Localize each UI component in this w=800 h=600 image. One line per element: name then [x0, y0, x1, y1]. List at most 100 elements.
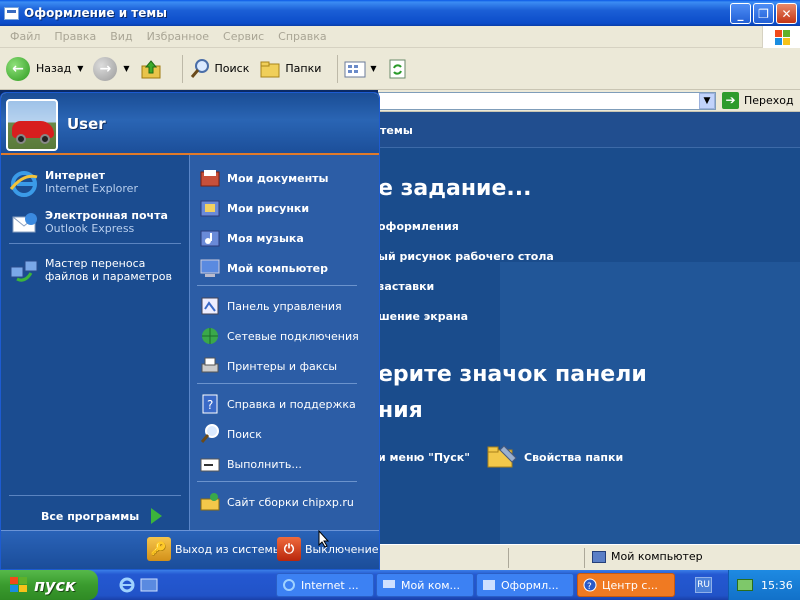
place-my-pictures[interactable]: Мои рисунки	[199, 197, 309, 219]
taskbar-start-menu-link[interactable]: и меню "Пуск"	[378, 451, 470, 464]
start-label: пуск	[34, 575, 76, 595]
right-separator	[197, 383, 357, 384]
close-button[interactable]: ✕	[776, 3, 797, 24]
task-my-computer[interactable]: Мой ком...	[376, 573, 474, 597]
windows-flag-icon	[10, 577, 28, 593]
all-programs-button[interactable]: Все программы	[41, 508, 163, 524]
my-documents-icon	[200, 170, 220, 187]
folders-button[interactable]: Папки	[259, 58, 321, 80]
my-computer-icon	[200, 259, 220, 277]
menu-view[interactable]: Вид	[110, 30, 132, 43]
start-menu-header: User	[1, 93, 379, 155]
search-icon	[200, 424, 219, 443]
user-avatar[interactable]	[6, 99, 58, 151]
go-label: Переход	[744, 94, 794, 107]
sync-button[interactable]	[387, 58, 413, 80]
task-link[interactable]: шение экрана	[378, 310, 468, 323]
place-website[interactable]: Сайт сборки chipxp.ru	[199, 491, 354, 513]
toolbar-separator	[181, 54, 183, 83]
right-separator	[197, 481, 357, 482]
views-button[interactable]: ▼	[344, 58, 377, 80]
ie-icon	[283, 579, 295, 591]
status-divider	[508, 548, 509, 568]
control-panel-content: темы е задание... оформления ый рисунок …	[378, 112, 800, 544]
email-title: Электронная почта	[45, 209, 168, 222]
logoff-label: Выход из системы	[175, 542, 282, 556]
menu-bar: Файл Правка Вид Избранное Сервис Справка	[0, 26, 800, 48]
svg-text:?: ?	[587, 582, 592, 592]
toolbar: ← Назад ▼ → ▼ Поиск Папки ▼	[0, 48, 800, 90]
address-input[interactable]	[378, 92, 716, 110]
computer-icon	[592, 550, 606, 563]
folder-options-link[interactable]: Свойства папки	[524, 451, 623, 464]
task-internet-explorer[interactable]: Internet ...	[276, 573, 374, 597]
address-bar: ▼ ➔ Переход	[378, 90, 800, 112]
place-printers[interactable]: Принтеры и факсы	[199, 355, 337, 377]
control-panel-icon	[201, 297, 219, 315]
network-tray-icon[interactable]	[737, 579, 753, 591]
start-button[interactable]: пуск	[0, 570, 98, 600]
task-link[interactable]: заставки	[378, 280, 434, 293]
pinned-internet[interactable]: Интернет Internet Explorer	[9, 169, 138, 199]
language-indicator[interactable]: RU	[695, 577, 712, 593]
user-name: User	[67, 115, 106, 133]
pinned-email[interactable]: Электронная почта Outlook Express	[9, 209, 168, 239]
back-button[interactable]: ← Назад ▼	[6, 56, 83, 81]
task-link[interactable]: ый рисунок рабочего стола	[378, 250, 554, 263]
minimize-button[interactable]: _	[730, 3, 751, 24]
email-subtitle: Outlook Express	[45, 222, 135, 235]
taskbar: пуск Internet ... Мой ком... Оформл... ?…	[0, 570, 800, 600]
forward-button[interactable]: → ▼	[93, 56, 130, 81]
system-tray: 15:36	[728, 570, 800, 600]
green-arrow-icon	[151, 508, 163, 524]
maximize-button[interactable]: ❐	[753, 3, 774, 24]
task-link[interactable]: оформления	[378, 220, 459, 233]
pick-icon-heading: ерите значок панели	[378, 362, 647, 387]
go-button[interactable]: ➔ Переход	[722, 92, 794, 109]
clock[interactable]: 15:36	[761, 579, 793, 592]
left-separator	[9, 243, 181, 244]
menu-edit[interactable]: Правка	[54, 30, 96, 43]
window-title: Оформление и темы	[24, 6, 168, 20]
svg-text:?: ?	[207, 398, 213, 412]
up-button[interactable]	[140, 58, 166, 80]
run-icon	[200, 458, 220, 472]
key-icon: 🔑	[147, 537, 171, 561]
shutdown-label: Выключение	[305, 542, 379, 556]
task-appearance[interactable]: Оформл...	[476, 573, 574, 597]
menu-file[interactable]: Файл	[10, 30, 40, 43]
place-run[interactable]: Выполнить...	[199, 453, 302, 475]
place-control-panel[interactable]: Панель управления	[199, 295, 342, 317]
place-network[interactable]: Сетевые подключения	[199, 325, 359, 347]
my-music-icon	[200, 230, 220, 247]
task-security-center[interactable]: ? Центр с...	[577, 573, 675, 597]
go-arrow-icon: ➔	[722, 92, 739, 109]
folder-options-icon[interactable]	[486, 442, 518, 470]
website-icon	[200, 493, 220, 511]
title-bar[interactable]: Оформление и темы _ ❐ ✕	[0, 0, 800, 26]
folder-up-icon	[141, 59, 161, 78]
menu-tools[interactable]: Сервис	[223, 30, 264, 43]
place-search[interactable]: Поиск	[199, 423, 262, 445]
menu-help[interactable]: Справка	[278, 30, 326, 43]
menu-favorites[interactable]: Избранное	[147, 30, 209, 43]
pick-icon-heading-line2: ния	[378, 398, 423, 423]
internet-subtitle: Internet Explorer	[45, 182, 138, 195]
transfer-wizard-title: Мастер переноса файлов и параметров	[45, 257, 173, 283]
quicklaunch-desktop-icon[interactable]	[140, 576, 158, 594]
pinned-transfer-wizard[interactable]: Мастер переноса файлов и параметров	[9, 257, 185, 287]
address-dropdown-icon[interactable]: ▼	[699, 93, 715, 109]
search-button[interactable]: Поиск	[189, 58, 249, 80]
place-help[interactable]: ? Справка и поддержка	[199, 393, 356, 415]
outlook-icon	[12, 213, 37, 233]
windows-logo-icon	[762, 26, 800, 48]
place-my-computer[interactable]: Мой компьютер	[199, 257, 328, 279]
help-icon: ?	[202, 394, 218, 414]
place-my-music[interactable]: Моя музыка	[199, 227, 304, 249]
quicklaunch-ie-icon[interactable]	[118, 576, 136, 594]
internet-title: Интернет	[45, 169, 105, 182]
place-my-documents[interactable]: Мои документы	[199, 167, 329, 189]
logoff-button[interactable]: 🔑 Выход из системы	[147, 537, 281, 561]
my-pictures-icon	[200, 200, 220, 217]
start-menu: User Интернет Internet Explorer Электрон…	[0, 92, 380, 570]
